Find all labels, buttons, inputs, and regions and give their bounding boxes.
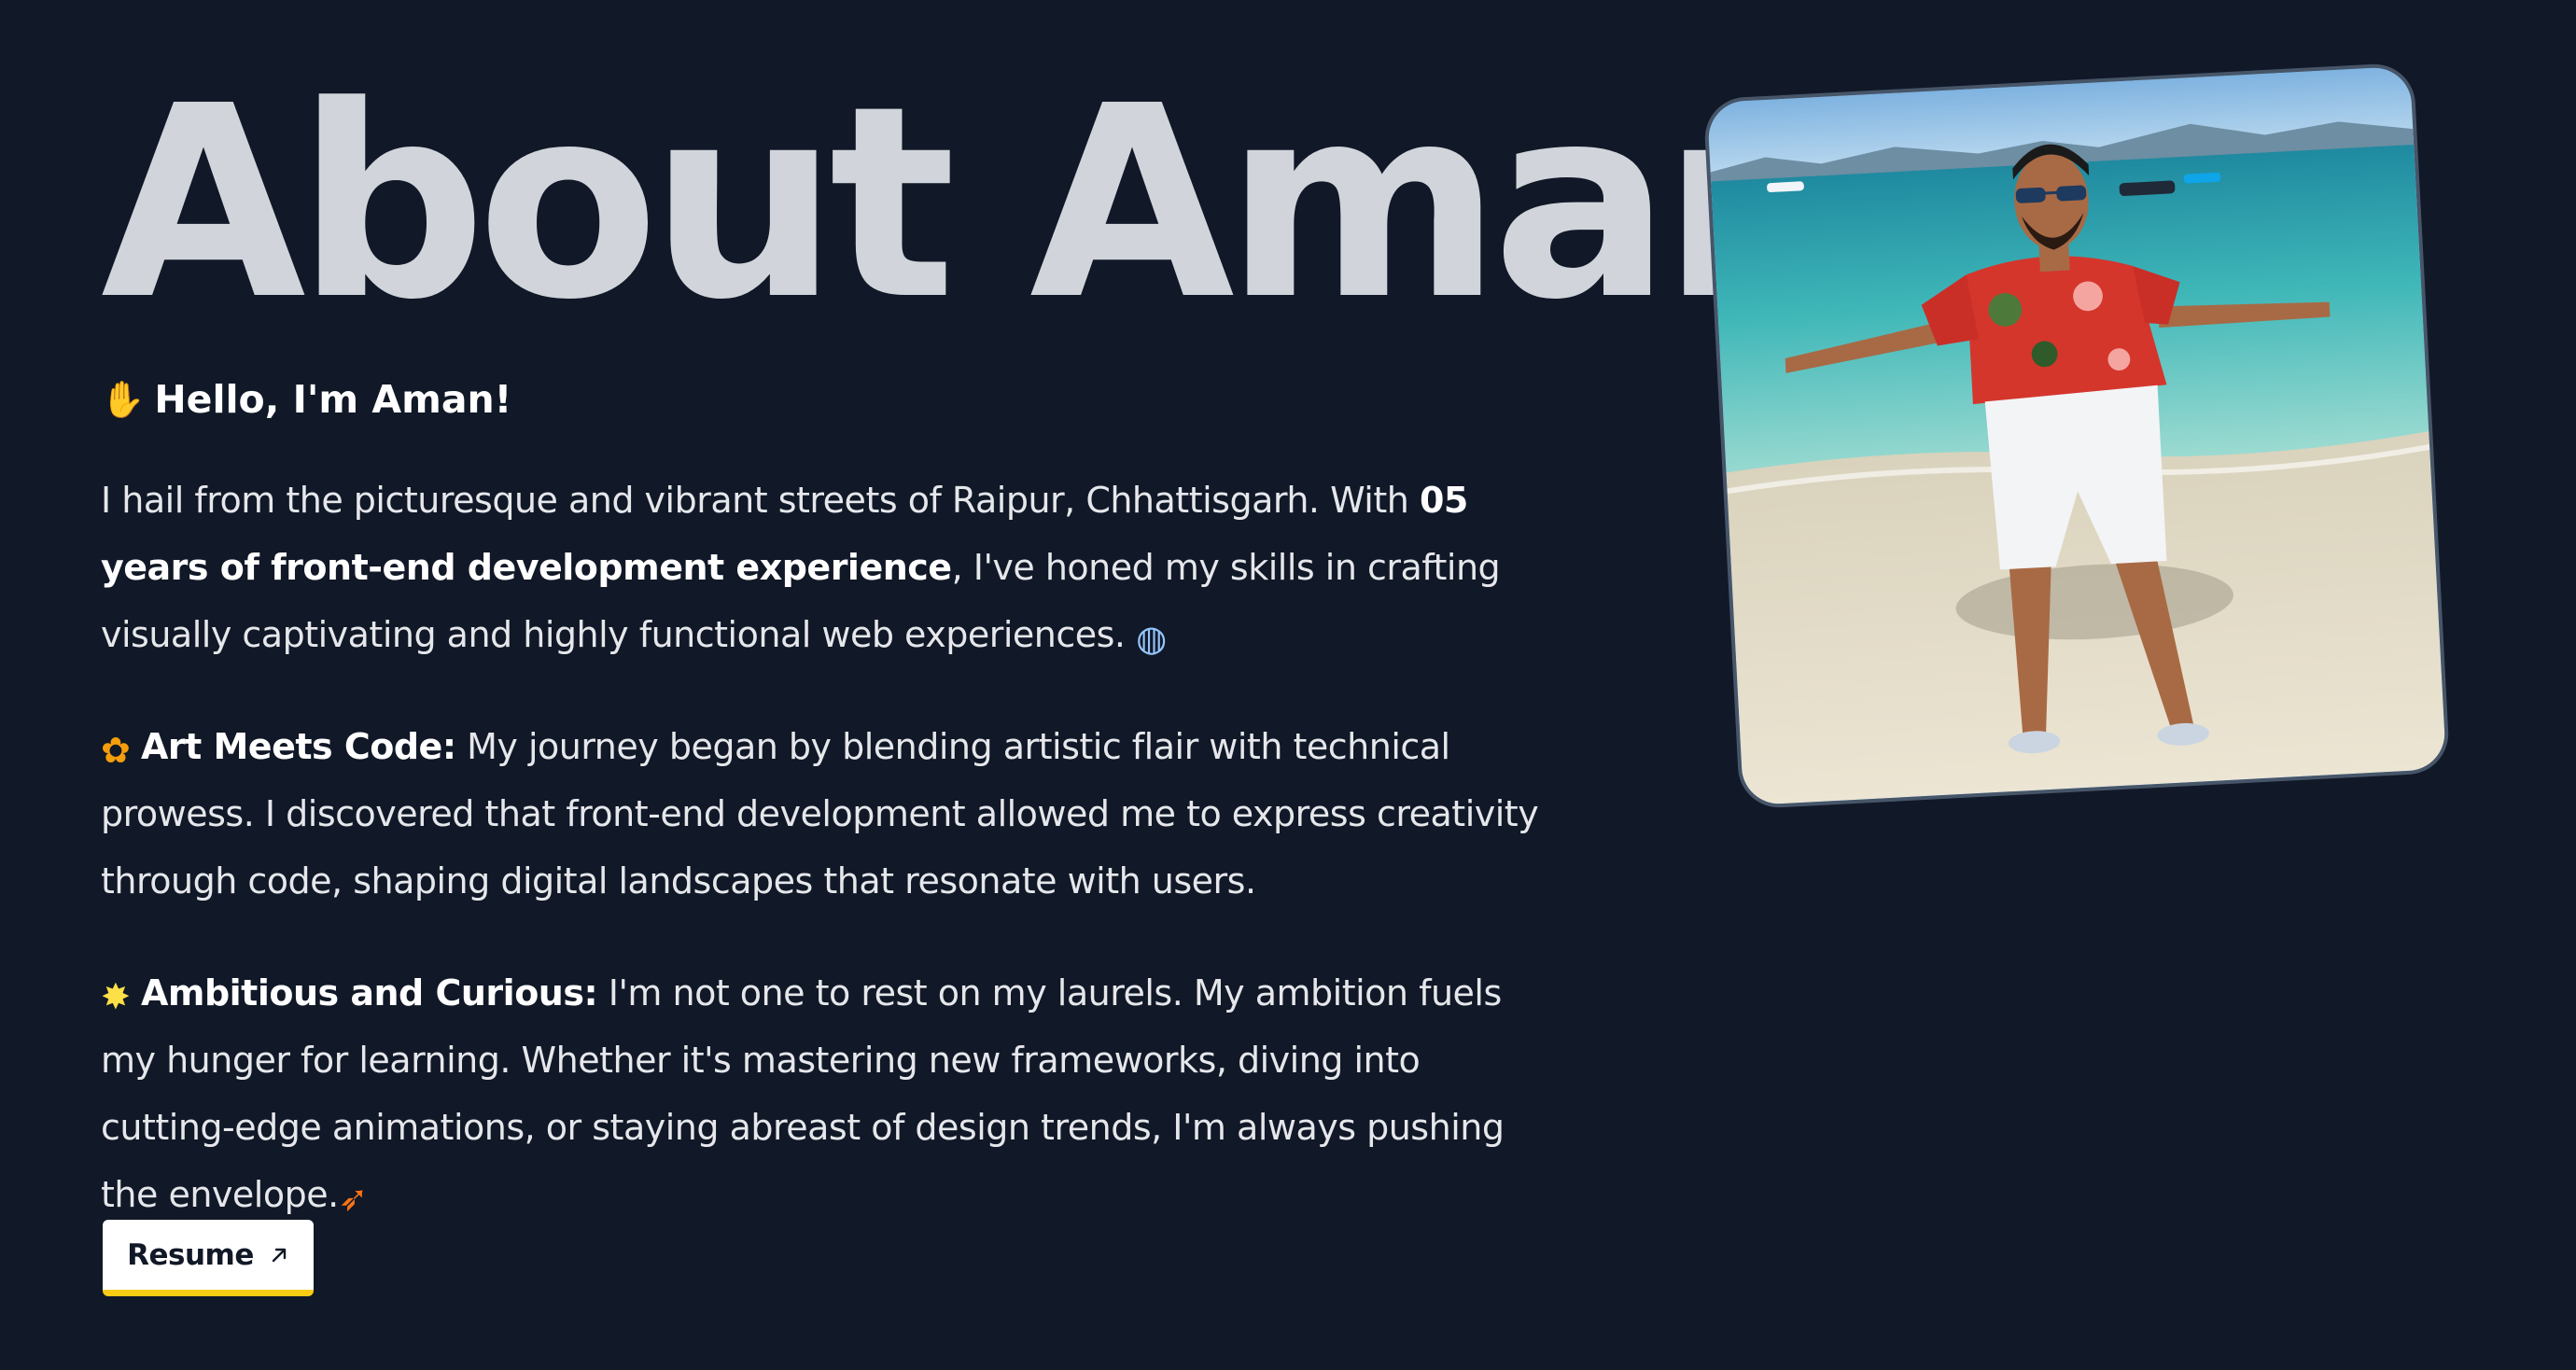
resume-button-label: Resume <box>127 1237 254 1272</box>
paragraph-art-meets-code: ✿ Art Meets Code: My journey began by bl… <box>101 713 1557 915</box>
star-emoji-icon: ✸ <box>101 976 131 1017</box>
ambitious-heading: Ambitious and Curious: <box>140 972 598 1014</box>
paragraph-background: I hail from the picturesque and vibrant … <box>101 467 1557 668</box>
paragraph-1-text-before: I hail from the picturesque and vibrant … <box>101 480 1420 521</box>
intro-greeting: ✋ Hello, I'm Aman! <box>101 355 1557 444</box>
paragraph-ambitious: ✸ Ambitious and Curious: I'm not one to … <box>101 959 1557 1228</box>
beach-photo-illustration <box>1706 65 2447 806</box>
page-title: About Aman <box>101 49 1851 357</box>
arrow-up-right-icon <box>272 1248 287 1262</box>
about-section: About Aman ✋ Hello, I'm Aman! I hail fro… <box>0 0 2576 1370</box>
greeting-text: Hello, I'm Aman! <box>154 377 512 422</box>
rocket-emoji-icon: ➶ <box>338 1178 369 1219</box>
profile-photo <box>1702 62 2451 810</box>
art-meets-code-heading: Art Meets Code: <box>140 726 456 767</box>
palette-emoji-icon: ✿ <box>101 730 131 771</box>
wave-emoji-icon: ✋ <box>101 379 146 420</box>
globe-emoji-icon: ◍ <box>1136 618 1167 659</box>
about-content: ✋ Hello, I'm Aman! I hail from the pictu… <box>101 355 1557 1228</box>
resume-button[interactable]: Resume <box>103 1220 314 1296</box>
